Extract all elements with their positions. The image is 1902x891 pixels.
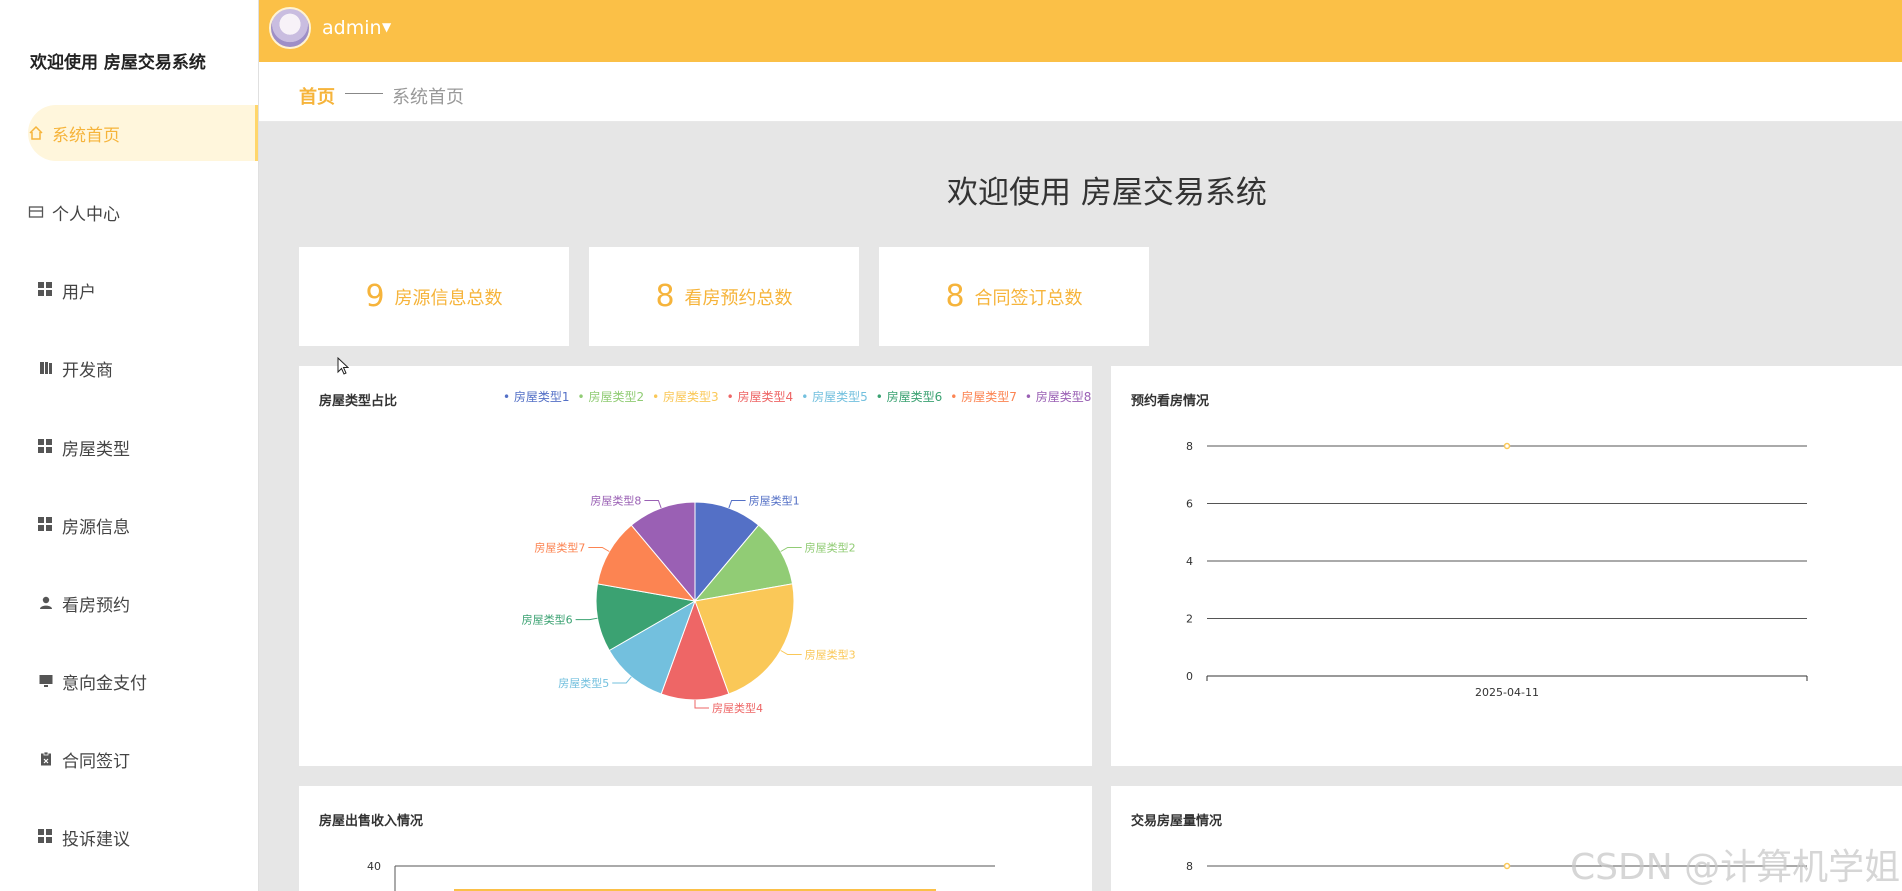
sidebar-item-house-types[interactable]: 房屋类型 — [0, 419, 258, 475]
monitor-icon — [38, 673, 54, 689]
stat-value: 8 — [945, 279, 965, 314]
sales-chart-panel: 房屋出售收入情况 40 — [299, 786, 1092, 891]
sales-bar-chart: 40 — [367, 860, 995, 891]
stat-card-contracts: 8 合同签订总数 — [879, 247, 1149, 346]
sidebar-item-label: 合同签订 — [62, 751, 130, 772]
sidebar-item-personal-center[interactable]: 个人中心 — [0, 184, 258, 240]
y-tick-label: 4 — [1186, 555, 1193, 568]
appointments-chart-panel: 预约看房情况 0 2 4 6 8 2025-04-11 — [1111, 366, 1902, 766]
stat-label: 房源信息总数 — [394, 287, 503, 309]
grid-icon — [38, 439, 54, 455]
brand-title: 欢迎使用 房屋交易系统 — [30, 53, 206, 73]
chart-legend[interactable]: 房屋类型1 房屋类型2 房屋类型3 房屋类型4 房屋类型5 房屋类型6 房屋类型7 房屋类型8 — [503, 388, 1091, 405]
sidebar-item-label: 意向金支付 — [62, 673, 147, 694]
stat-card-appointments: 8 看房预约总数 — [589, 247, 859, 346]
sidebar-item-home[interactable]: 系统首页 — [0, 105, 258, 161]
legend-item[interactable]: 房屋类型6 — [876, 388, 943, 405]
grid-icon — [38, 829, 54, 845]
pie-label-line — [694, 700, 709, 709]
sidebar-item-label: 个人中心 — [52, 204, 120, 225]
pie-slice-label: 房屋类型3 — [805, 648, 856, 662]
pie-slice-label: 房屋类型8 — [590, 493, 641, 507]
y-tick-label: 6 — [1186, 498, 1193, 511]
sidebar-item-listings[interactable]: 房源信息 — [0, 497, 258, 553]
avatar[interactable] — [269, 7, 311, 49]
legend-item[interactable]: 房屋类型2 — [578, 388, 644, 405]
pie-label-line — [780, 547, 802, 552]
pie-slice-label: 房屋类型1 — [749, 493, 800, 507]
legend-item[interactable]: 房屋类型7 — [950, 388, 1017, 405]
breadcrumb-current: 系统首页 — [392, 87, 464, 108]
clipboard-icon — [38, 751, 54, 767]
top-bar: admin ▼ — [259, 0, 1902, 62]
stat-label: 合同签订总数 — [974, 287, 1083, 309]
sidebar-item-complaints[interactable]: 投诉建议 — [0, 809, 258, 865]
sidebar-item-label: 房源信息 — [62, 517, 130, 538]
line-point — [1503, 862, 1511, 870]
sidebar: 欢迎使用 房屋交易系统 系统首页 个人中心 用户 开发商 房屋类型 房源信息 看… — [0, 0, 259, 891]
pie-slice-label: 房屋类型2 — [805, 541, 856, 555]
grid-icon — [38, 282, 54, 298]
y-tick-label: 0 — [1186, 670, 1193, 683]
sidebar-item-contracts[interactable]: 合同签订 — [0, 731, 258, 787]
username[interactable]: admin — [322, 17, 382, 39]
watermark: CSDN @计算机学姐 — [1570, 847, 1901, 888]
y-tick-label: 8 — [1186, 860, 1193, 873]
chevron-down-icon[interactable]: ▼ — [382, 20, 391, 34]
mouse-cursor-icon — [337, 357, 349, 375]
card-icon — [28, 204, 44, 220]
sidebar-item-label: 用户 — [62, 282, 96, 303]
pie-slice-label: 房屋类型7 — [534, 541, 585, 555]
sidebar-item-label: 开发商 — [62, 360, 113, 381]
pie-chart-panel: 房屋类型占比 房屋类型1 房屋类型2 房屋类型3 房屋类型4 房屋类型5 房屋类型6 房屋类… — [299, 366, 1092, 766]
legend-item[interactable]: 房屋类型1 — [503, 388, 570, 405]
pie-label-line — [575, 617, 598, 621]
y-tick-label: 40 — [367, 860, 381, 873]
sidebar-item-label: 房屋类型 — [62, 439, 130, 460]
sidebar-item-label: 投诉建议 — [62, 829, 130, 850]
stat-value: 8 — [655, 279, 675, 314]
stat-value: 9 — [365, 279, 385, 314]
user-icon — [38, 595, 54, 611]
pie-label-line — [728, 499, 746, 509]
pie-slice-label: 房屋类型6 — [522, 613, 573, 627]
breadcrumb: 首页 系统首页 — [259, 62, 1902, 122]
sidebar-item-viewing-appointments[interactable]: 看房预约 — [0, 575, 258, 631]
breadcrumb-separator — [345, 93, 383, 94]
pie-label-line — [588, 547, 610, 552]
line-point — [1503, 442, 1511, 450]
pie-label-line — [780, 650, 802, 655]
pie-slice-label: 房屋类型4 — [712, 701, 763, 715]
stat-card-listings: 9 房源信息总数 — [299, 247, 569, 346]
sidebar-item-users[interactable]: 用户 — [0, 262, 258, 318]
y-tick-label: 2 — [1186, 613, 1193, 626]
pie-label-line — [644, 499, 662, 509]
pie-label-line — [612, 676, 632, 684]
legend-item[interactable]: 房屋类型5 — [801, 388, 868, 405]
pie-slice-label: 房屋类型5 — [558, 676, 609, 690]
x-tick-label: 2025-04-11 — [1475, 686, 1539, 699]
appointments-line-chart: 0 2 4 6 8 2025-04-11 — [1186, 440, 1808, 699]
sidebar-item-deposit-payment[interactable]: 意向金支付 — [0, 653, 258, 709]
sidebar-item-label: 系统首页 — [52, 125, 120, 146]
legend-item[interactable]: 房屋类型4 — [727, 388, 794, 405]
page-title: 欢迎使用 房屋交易系统 — [947, 175, 1267, 211]
y-tick-label: 8 — [1186, 440, 1193, 453]
book-icon — [38, 360, 54, 376]
breadcrumb-home[interactable]: 首页 — [299, 83, 335, 109]
legend-item[interactable]: 房屋类型8 — [1025, 388, 1092, 405]
pie-chart: 房屋类型1 房屋类型2 房屋类型3 房屋类型4 房屋类型5 房屋类型6 房屋类型7 房屋类型8 — [522, 493, 856, 715]
grid-icon — [38, 517, 54, 533]
sidebar-item-label: 看房预约 — [62, 595, 130, 616]
sidebar-item-developers[interactable]: 开发商 — [0, 340, 258, 396]
home-icon — [28, 125, 44, 141]
legend-item[interactable]: 房屋类型3 — [652, 388, 719, 405]
stat-label: 看房预约总数 — [684, 287, 793, 309]
